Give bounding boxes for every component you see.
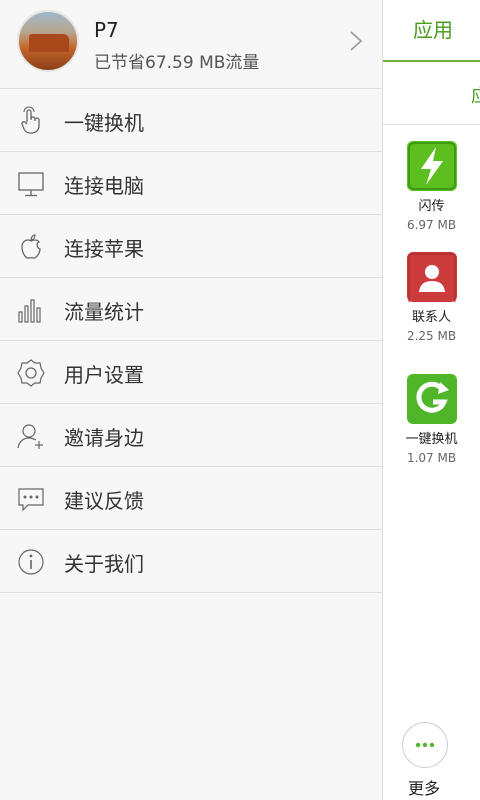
app-name: 一键换机 — [405, 432, 458, 447]
menu-label: 连接电脑 — [64, 174, 144, 198]
app-name: 闪传 — [418, 199, 445, 214]
menu-label: 连接苹果 — [64, 237, 144, 261]
profile-name: P7 — [94, 18, 119, 42]
app-name: 联系人 — [411, 310, 451, 325]
more-button[interactable] — [402, 722, 448, 768]
chevron-right-icon[interactable] — [344, 30, 366, 52]
app-item[interactable]: 闪传 6.97 MB — [383, 141, 480, 232]
sub-tab-apps[interactable]: 应 — [471, 82, 480, 108]
navigation-drawer: P7 已节省67.59 MB流量 一键换机 连接电脑 连接苹果 流量统计 用户设… — [0, 0, 383, 800]
app-size: 1.07 MB — [406, 451, 457, 465]
menu-item-phone-switch[interactable]: 一键换机 — [0, 89, 382, 152]
menu-item-invite-nearby[interactable]: 邀请身边 — [0, 404, 382, 467]
menu-item-connect-pc[interactable]: 连接电脑 — [0, 152, 382, 215]
menu-label: 流量统计 — [64, 300, 144, 324]
menu-item-user-settings[interactable]: 用户设置 — [0, 341, 382, 404]
menu-label: 用户设置 — [64, 363, 144, 387]
main-content-peek: 应用 应 闪传 6.97 MB 联系人 2.25 MB — [383, 0, 480, 800]
top-tab-bar: 应用 — [383, 0, 480, 62]
profile-header[interactable]: P7 已节省67.59 MB流量 — [0, 0, 382, 89]
apple-icon — [21, 234, 41, 259]
data-saved-text: 已节省67.59 MB流量 — [94, 53, 260, 73]
app-item[interactable]: 联系人 2.25 MB — [383, 252, 480, 343]
more-label[interactable]: 更多 — [408, 775, 440, 799]
gear-icon — [17, 359, 45, 387]
monitor-icon — [18, 172, 44, 197]
app-size: 2.25 MB — [406, 329, 457, 343]
sub-tab-bar: 应 — [383, 62, 480, 125]
app-item[interactable]: 一键换机 1.07 MB — [383, 374, 480, 465]
info-icon — [18, 549, 44, 575]
hand-tap-icon — [21, 106, 40, 134]
more-dots-icon — [415, 742, 435, 748]
tab-apps[interactable]: 应用 — [413, 14, 453, 43]
avatar[interactable] — [17, 10, 79, 72]
menu-item-feedback[interactable]: 建议反馈 — [0, 467, 382, 530]
menu-label: 邀请身边 — [64, 426, 144, 450]
add-user-icon — [17, 424, 43, 449]
chat-bubble-icon — [18, 488, 44, 512]
app-size: 6.97 MB — [406, 218, 457, 232]
menu-label: 一键换机 — [64, 111, 144, 135]
bar-chart-icon — [18, 299, 41, 323]
menu-item-traffic-stats[interactable]: 流量统计 — [0, 278, 382, 341]
contact-icon — [406, 252, 457, 307]
menu-item-connect-apple[interactable]: 连接苹果 — [0, 215, 382, 278]
menu-label: 建议反馈 — [64, 489, 144, 513]
menu-label: 关于我们 — [64, 552, 144, 576]
lightning-icon — [406, 141, 457, 191]
menu-item-about-us[interactable]: 关于我们 — [0, 530, 382, 593]
g-arrow-icon — [406, 374, 457, 424]
